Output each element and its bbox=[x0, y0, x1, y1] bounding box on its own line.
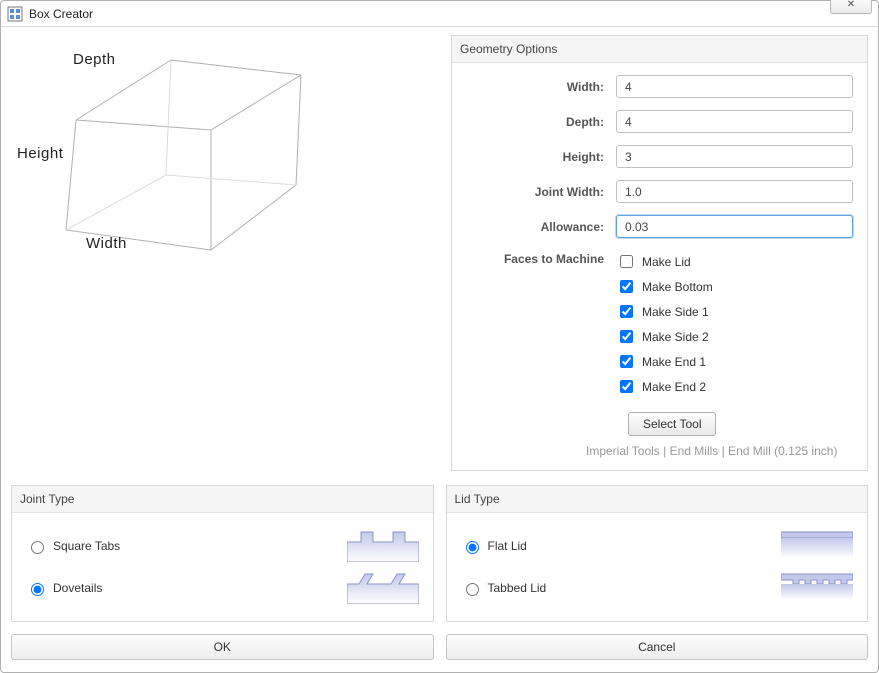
height-input[interactable] bbox=[616, 145, 853, 168]
app-icon bbox=[7, 6, 23, 22]
radio-label: Tabbed Lid bbox=[488, 581, 547, 595]
radio-input-flat-lid[interactable] bbox=[466, 541, 479, 554]
window-title: Box Creator bbox=[29, 7, 93, 21]
width-label: Width: bbox=[466, 80, 616, 94]
tool-description: Imperial Tools | End Mills | End Mill (0… bbox=[586, 444, 853, 458]
check-label: Make End 1 bbox=[642, 355, 706, 369]
close-button[interactable]: ✕ bbox=[830, 0, 872, 14]
check-make-bottom[interactable]: Make Bottom bbox=[616, 277, 853, 296]
checkbox-make-end-2[interactable] bbox=[620, 380, 633, 393]
check-make-end-2[interactable]: Make End 2 bbox=[616, 377, 853, 396]
box-diagram: Depth Height Width bbox=[11, 35, 439, 433]
radio-square-tabs[interactable]: Square Tabs bbox=[26, 538, 120, 554]
ok-button[interactable]: OK bbox=[11, 634, 434, 660]
faces-label: Faces to Machine bbox=[466, 250, 616, 266]
height-dim-label: Height bbox=[17, 145, 63, 162]
check-label: Make Side 1 bbox=[642, 305, 709, 319]
radio-input-dovetails[interactable] bbox=[31, 583, 44, 596]
check-label: Make Lid bbox=[642, 255, 691, 269]
depth-input[interactable] bbox=[616, 110, 853, 133]
lid-type-panel: Lid Type Flat Lid bbox=[446, 485, 869, 622]
checkbox-make-side-2[interactable] bbox=[620, 330, 633, 343]
radio-label: Square Tabs bbox=[53, 539, 120, 553]
top-row: Depth Height Width Geometry Options Widt… bbox=[11, 35, 868, 471]
check-make-end-1[interactable]: Make End 1 bbox=[616, 352, 853, 371]
depth-dim-label: Depth bbox=[73, 51, 116, 68]
radio-input-square-tabs[interactable] bbox=[31, 541, 44, 554]
radio-input-tabbed-lid[interactable] bbox=[466, 583, 479, 596]
check-make-lid[interactable]: Make Lid bbox=[616, 252, 853, 271]
width-input[interactable] bbox=[616, 75, 853, 98]
cancel-button[interactable]: Cancel bbox=[446, 634, 869, 660]
close-icon: ✕ bbox=[847, 0, 855, 10]
joint-width-input[interactable] bbox=[616, 180, 853, 203]
joint-width-label: Joint Width: bbox=[466, 185, 616, 199]
check-make-side-2[interactable]: Make Side 2 bbox=[616, 327, 853, 346]
checkbox-make-bottom[interactable] bbox=[620, 280, 633, 293]
mid-row: Joint Type Square Tabs bbox=[11, 485, 868, 622]
checkbox-make-lid[interactable] bbox=[620, 255, 633, 268]
joint-type-header: Joint Type bbox=[12, 486, 433, 513]
window: Box Creator ✕ bbox=[0, 0, 879, 673]
radio-label: Flat Lid bbox=[488, 539, 527, 553]
allowance-input[interactable] bbox=[616, 215, 853, 238]
check-make-side-1[interactable]: Make Side 1 bbox=[616, 302, 853, 321]
square-tabs-icon bbox=[347, 530, 419, 562]
dovetails-icon bbox=[347, 572, 419, 604]
joint-type-panel: Joint Type Square Tabs bbox=[11, 485, 434, 622]
geometry-header: Geometry Options bbox=[452, 36, 867, 63]
flat-lid-icon bbox=[781, 530, 853, 562]
checkbox-make-side-1[interactable] bbox=[620, 305, 633, 318]
allowance-label: Allowance: bbox=[466, 220, 616, 234]
check-label: Make End 2 bbox=[642, 380, 706, 394]
lid-type-header: Lid Type bbox=[447, 486, 868, 513]
check-label: Make Bottom bbox=[642, 280, 713, 294]
radio-flat-lid[interactable]: Flat Lid bbox=[461, 538, 527, 554]
titlebar: Box Creator ✕ bbox=[1, 1, 878, 27]
radio-label: Dovetails bbox=[53, 581, 102, 595]
tabbed-lid-icon bbox=[781, 572, 853, 604]
bottom-row: OK Cancel bbox=[11, 634, 868, 660]
geometry-panel: Geometry Options Width: Depth: Height: bbox=[451, 35, 868, 471]
checkbox-make-end-1[interactable] bbox=[620, 355, 633, 368]
radio-dovetails[interactable]: Dovetails bbox=[26, 580, 102, 596]
depth-label: Depth: bbox=[466, 115, 616, 129]
faces-checklist: Make Lid Make Bottom Make Side 1 bbox=[616, 250, 853, 396]
content: Depth Height Width Geometry Options Widt… bbox=[1, 27, 878, 672]
check-label: Make Side 2 bbox=[642, 330, 709, 344]
radio-tabbed-lid[interactable]: Tabbed Lid bbox=[461, 580, 547, 596]
width-dim-label: Width bbox=[86, 235, 127, 252]
height-label: Height: bbox=[466, 150, 616, 164]
select-tool-button[interactable]: Select Tool bbox=[628, 412, 716, 436]
